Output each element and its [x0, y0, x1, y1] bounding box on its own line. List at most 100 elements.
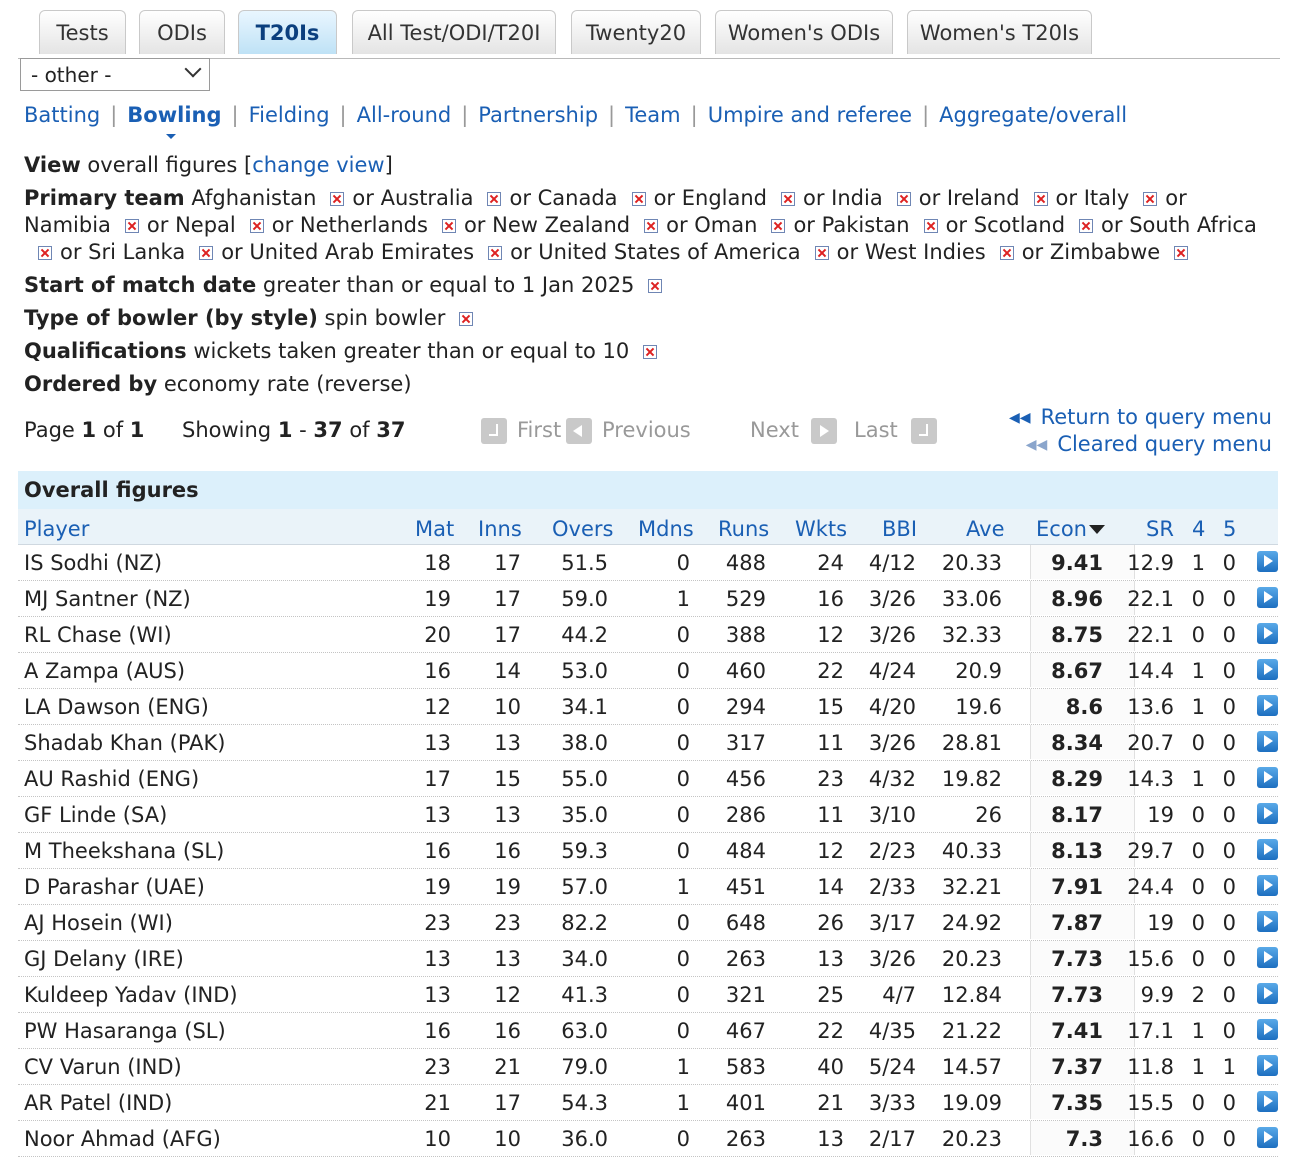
- cell-five: 0: [1222, 1019, 1236, 1043]
- showing-indicator: Showing 1 - 37 of 37: [182, 418, 406, 442]
- play-arrow-icon[interactable]: [1257, 551, 1278, 572]
- remove-filter-icon[interactable]: [781, 192, 795, 206]
- column-header-inns[interactable]: Inns: [478, 517, 522, 541]
- remove-filter-icon[interactable]: [124, 219, 139, 233]
- cell-four: 1: [1191, 767, 1205, 791]
- remove-filter-icon[interactable]: [814, 246, 829, 260]
- play-arrow-icon[interactable]: [1257, 947, 1278, 968]
- play-arrow-icon[interactable]: [1257, 839, 1278, 860]
- remove-filter-icon[interactable]: [923, 219, 938, 233]
- cell-player[interactable]: GF Linde (SA): [24, 803, 167, 827]
- nav-bowling[interactable]: Bowling: [127, 103, 221, 127]
- remove-filter-icon[interactable]: [441, 219, 456, 233]
- remove-filter-icon[interactable]: [1143, 192, 1158, 206]
- column-header-player[interactable]: Player: [24, 517, 89, 541]
- nav-separator: |: [608, 103, 616, 127]
- column-header-bbi[interactable]: BBI: [882, 517, 917, 541]
- tab-tests[interactable]: Tests: [39, 10, 126, 54]
- cell-player[interactable]: AJ Hosein (WI): [24, 911, 173, 935]
- cell-player[interactable]: LA Dawson (ENG): [24, 695, 209, 719]
- remove-filter-icon[interactable]: [896, 192, 911, 206]
- cleared-query-menu-link[interactable]: ◀◀ Cleared query menu: [1026, 432, 1272, 456]
- bowler-type-value: spin bowler: [324, 306, 446, 330]
- cell-player[interactable]: AR Patel (IND): [24, 1091, 172, 1115]
- play-arrow-icon[interactable]: [1257, 875, 1278, 896]
- column-header-runs[interactable]: Runs: [718, 517, 769, 541]
- remove-filter-icon[interactable]: [771, 219, 786, 233]
- remove-filter-icon[interactable]: [199, 246, 214, 260]
- remove-filter-icon[interactable]: [487, 192, 502, 206]
- tab-odis[interactable]: ODIs: [139, 10, 225, 54]
- remove-filter-icon[interactable]: [999, 246, 1014, 260]
- remove-filter-icon[interactable]: [648, 279, 663, 293]
- remove-filter-icon[interactable]: [249, 219, 264, 233]
- column-header-mat[interactable]: Mat: [415, 517, 454, 541]
- nav-umpire-referee[interactable]: Umpire and referee: [708, 103, 912, 127]
- remove-filter-icon[interactable]: [330, 192, 345, 206]
- remove-filter-icon[interactable]: [1033, 192, 1048, 206]
- remove-filter-icon[interactable]: [631, 192, 646, 206]
- nav-aggregate[interactable]: Aggregate/overall: [939, 103, 1127, 127]
- tab-all-formats[interactable]: All Test/ODI/T20I: [352, 10, 556, 54]
- column-header-four[interactable]: 4: [1192, 517, 1205, 541]
- cell-player[interactable]: A Zampa (AUS): [24, 659, 185, 683]
- play-arrow-icon[interactable]: [1257, 803, 1278, 824]
- tab-twenty20[interactable]: Twenty20: [571, 10, 701, 54]
- play-arrow-icon[interactable]: [1257, 983, 1278, 1004]
- column-header-sr[interactable]: SR: [1146, 517, 1174, 541]
- remove-filter-icon[interactable]: [644, 219, 659, 233]
- cell-player[interactable]: PW Hasaranga (SL): [24, 1019, 226, 1043]
- return-query-menu-link[interactable]: ◀◀ Return to query menu: [1009, 405, 1272, 429]
- column-header-five[interactable]: 5: [1223, 517, 1236, 541]
- play-arrow-icon[interactable]: [1257, 911, 1278, 932]
- cell-player[interactable]: D Parashar (UAE): [24, 875, 205, 899]
- column-header-ave[interactable]: Ave: [966, 517, 1004, 541]
- cell-econ: 8.6: [1065, 695, 1103, 719]
- nav-partnership[interactable]: Partnership: [478, 103, 598, 127]
- remove-filter-icon[interactable]: [643, 345, 658, 359]
- remove-filter-icon[interactable]: [459, 312, 474, 326]
- cell-player[interactable]: MJ Santner (NZ): [24, 587, 191, 611]
- play-arrow-icon[interactable]: [1257, 623, 1278, 644]
- play-arrow-icon[interactable]: [1257, 695, 1278, 716]
- remove-filter-icon[interactable]: [1079, 219, 1094, 233]
- cell-player[interactable]: RL Chase (WI): [24, 623, 172, 647]
- play-arrow-icon[interactable]: [1257, 1055, 1278, 1076]
- remove-filter-icon[interactable]: [38, 246, 52, 260]
- play-arrow-icon[interactable]: [1257, 587, 1278, 608]
- nav-batting[interactable]: Batting: [24, 103, 100, 127]
- remove-filter-icon[interactable]: [1174, 246, 1189, 260]
- nav-fielding[interactable]: Fielding: [249, 103, 330, 127]
- cell-player[interactable]: IS Sodhi (NZ): [24, 551, 162, 575]
- cell-player[interactable]: Noor Ahmad (AFG): [24, 1127, 221, 1151]
- nav-all-round[interactable]: All-round: [357, 103, 452, 127]
- remove-filter-icon[interactable]: [488, 246, 503, 260]
- play-arrow-icon[interactable]: [1257, 1127, 1278, 1148]
- column-header-wkts[interactable]: Wkts: [795, 517, 847, 541]
- column-header-mdns[interactable]: Mdns: [638, 517, 694, 541]
- tab-t20is[interactable]: T20Is: [238, 10, 337, 54]
- format-select[interactable]: - other -: [20, 58, 210, 91]
- cell-player[interactable]: Kuldeep Yadav (IND): [24, 983, 238, 1007]
- tab-womens-t20is[interactable]: Women's T20Is: [907, 10, 1092, 54]
- tab-womens-odis[interactable]: Women's ODIs: [715, 10, 893, 54]
- cell-player[interactable]: Shadab Khan (PAK): [24, 731, 226, 755]
- cell-player[interactable]: AU Rashid (ENG): [24, 767, 199, 791]
- team-name: South Africa: [1129, 213, 1257, 237]
- cell-player[interactable]: GJ Delany (IRE): [24, 947, 184, 971]
- play-arrow-icon[interactable]: [1257, 1091, 1278, 1112]
- cell-player[interactable]: M Theekshana (SL): [24, 839, 224, 863]
- play-arrow-icon[interactable]: [1257, 767, 1278, 788]
- change-view-link[interactable]: change view: [252, 153, 384, 177]
- cell-mdns: 0: [676, 947, 690, 971]
- play-arrow-icon[interactable]: [1257, 1019, 1278, 1040]
- play-arrow-icon[interactable]: [1257, 659, 1278, 680]
- cell-player[interactable]: CV Varun (IND): [24, 1055, 182, 1079]
- column-header-overs[interactable]: Overs: [552, 517, 613, 541]
- nav-team[interactable]: Team: [625, 103, 681, 127]
- or-word: or: [793, 213, 822, 237]
- play-arrow-icon[interactable]: [1257, 731, 1278, 752]
- cell-econ: 8.34: [1051, 731, 1103, 755]
- showing-word: Showing: [182, 418, 272, 442]
- column-header-econ[interactable]: Econ: [1036, 517, 1105, 541]
